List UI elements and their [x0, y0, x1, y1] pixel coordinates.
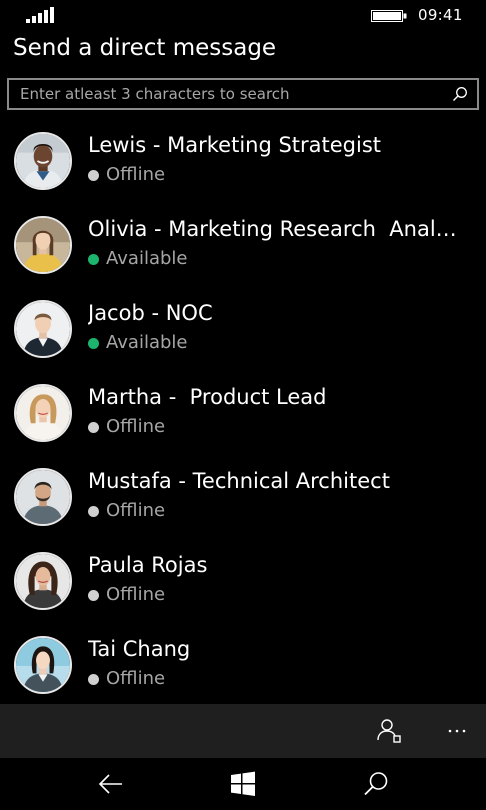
- search-box[interactable]: [7, 78, 479, 110]
- avatar: [14, 216, 72, 274]
- presence-status: Offline: [106, 500, 166, 521]
- contact-item-olivia[interactable]: Olivia - Marketing Research Analyst Avai…: [0, 202, 486, 286]
- contact-name: Lewis - Marketing Strategist: [88, 133, 382, 157]
- presence-status: Offline: [106, 584, 166, 605]
- avatar: [14, 300, 72, 358]
- more-button[interactable]: [440, 714, 474, 748]
- presence-available-indicator: [88, 338, 99, 349]
- status-time: 09:41: [418, 6, 463, 24]
- contact-item-paula[interactable]: Paula Rojas Offline: [0, 538, 486, 622]
- avatar: [14, 132, 72, 190]
- back-arrow-icon: [98, 774, 122, 794]
- status-bar: 09:41: [0, 0, 486, 32]
- system-nav-bar: [0, 758, 486, 810]
- presence-status: Offline: [106, 416, 166, 437]
- presence-available-indicator: [88, 254, 99, 265]
- back-button[interactable]: [96, 769, 126, 799]
- presence-offline-indicator: [88, 170, 99, 181]
- contact-item-mustafa[interactable]: Mustafa - Technical Architect Offline: [0, 454, 486, 538]
- signal-strength-icon: [26, 7, 54, 23]
- presence-status: Available: [106, 332, 188, 353]
- contact-item-lewis[interactable]: Lewis - Marketing Strategist Offline: [0, 118, 486, 202]
- presence-status: Available: [106, 248, 188, 269]
- search-icon: [364, 772, 388, 796]
- contact-item-jacob[interactable]: Jacob - NOC Available: [0, 286, 486, 370]
- add-contact-button[interactable]: [372, 714, 406, 748]
- presence-offline-indicator: [88, 590, 99, 601]
- page-title: Send a direct message: [13, 35, 277, 61]
- battery-icon: [371, 10, 407, 22]
- avatar: [14, 552, 72, 610]
- presence-status: Offline: [106, 668, 166, 689]
- app-bar: [0, 704, 486, 758]
- contact-name: Jacob - NOC: [88, 301, 213, 325]
- presence-status: Offline: [106, 164, 166, 185]
- avatar: [14, 636, 72, 694]
- windows-icon: [231, 771, 255, 796]
- add-contact-icon: [377, 719, 401, 743]
- search-icon[interactable]: [452, 86, 468, 102]
- presence-offline-indicator: [88, 506, 99, 517]
- contact-item-martha[interactable]: Martha - Product Lead Offline: [0, 370, 486, 454]
- search-input[interactable]: [9, 80, 449, 108]
- more-icon: [448, 729, 466, 733]
- search-button[interactable]: [361, 769, 391, 799]
- contact-name: Paula Rojas: [88, 553, 208, 577]
- contact-name: Tai Chang: [88, 637, 191, 661]
- avatar: [14, 468, 72, 526]
- contact-name: Martha - Product Lead: [88, 385, 327, 409]
- contact-name: Olivia - Marketing Research Analyst: [88, 217, 460, 241]
- presence-offline-indicator: [88, 674, 99, 685]
- contact-item-tai-chang[interactable]: Tai Chang Offline: [0, 622, 486, 706]
- contact-name: Mustafa - Technical Architect: [88, 469, 390, 493]
- avatar: [14, 384, 72, 442]
- presence-offline-indicator: [88, 422, 99, 433]
- start-button[interactable]: [228, 769, 258, 799]
